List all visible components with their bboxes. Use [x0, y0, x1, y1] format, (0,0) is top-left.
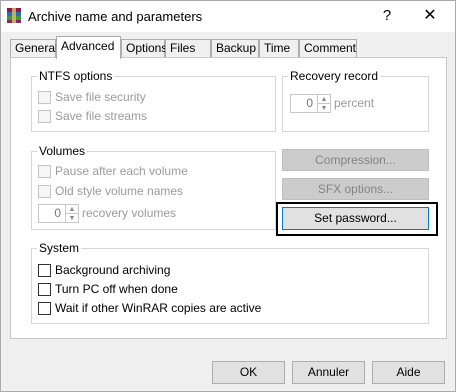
tab-advanced[interactable]: Advanced — [56, 36, 121, 59]
old-style-names-checkbox[interactable]: Old style volume names — [38, 184, 183, 198]
percent-label: percent — [334, 96, 375, 110]
help-button[interactable]: Aide — [372, 361, 445, 384]
volumes-group: Volumes Pause after each volume Old styl… — [31, 144, 276, 230]
background-archiving-label: Background archiving — [55, 263, 171, 277]
recovery-percent-spinner[interactable]: 0 ▲ ▼ — [290, 94, 331, 113]
tab-time[interactable]: Time — [259, 39, 299, 58]
checkbox-box[interactable] — [38, 282, 51, 296]
tab-files[interactable]: Files — [165, 39, 211, 58]
spin-up-icon[interactable]: ▲ — [318, 95, 330, 104]
old-style-names-label: Old style volume names — [55, 184, 184, 198]
turn-off-pc-checkbox[interactable]: Turn PC off when done — [38, 282, 178, 296]
set-password-button[interactable]: Set password... — [282, 207, 429, 230]
pause-after-volume-checkbox[interactable]: Pause after each volume — [38, 164, 188, 178]
advanced-panel: NTFS options Save file security Save fil… — [10, 57, 447, 339]
sfx-options-button[interactable]: SFX options... — [282, 178, 429, 200]
checkbox-box[interactable] — [38, 164, 51, 178]
window-title: Archive name and parameters — [28, 9, 203, 24]
close-icon[interactable]: ✕ — [419, 4, 441, 28]
recovery-volumes-label: recovery volumes — [82, 206, 177, 220]
system-group: System Background archiving Turn PC off … — [31, 241, 429, 324]
compression-button[interactable]: Compression... — [282, 149, 429, 171]
background-archiving-checkbox[interactable]: Background archiving — [38, 263, 170, 277]
checkbox-box[interactable] — [38, 90, 51, 104]
turn-off-pc-label: Turn PC off when done — [55, 282, 178, 296]
save-file-streams-label: Save file streams — [55, 109, 148, 123]
volumes-title: Volumes — [37, 144, 88, 158]
wait-winrar-label: Wait if other WinRAR copies are active — [55, 301, 262, 315]
save-file-streams-checkbox[interactable]: Save file streams — [38, 109, 147, 123]
tab-options[interactable]: Options — [121, 39, 167, 58]
recovery-volumes-spinner[interactable]: 0 ▲ ▼ — [38, 204, 79, 223]
ntfs-options-title: NTFS options — [37, 69, 115, 83]
spin-up-icon[interactable]: ▲ — [66, 205, 78, 214]
recovery-record-title: Recovery record — [288, 69, 381, 83]
title-bar[interactable]: Archive name and parameters ? ✕ — [1, 1, 455, 32]
spinner-arrows[interactable]: ▲ ▼ — [66, 204, 79, 223]
pause-after-volume-label: Pause after each volume — [55, 164, 188, 178]
tab-general[interactable]: General — [10, 39, 58, 58]
spin-down-icon[interactable]: ▼ — [318, 104, 330, 113]
recovery-volumes-input[interactable]: 0 — [38, 204, 66, 223]
checkbox-box[interactable] — [38, 184, 51, 198]
recovery-record-group: Recovery record 0 ▲ ▼ percent — [282, 69, 429, 132]
cancel-button[interactable]: Annuler — [292, 361, 365, 384]
wait-winrar-checkbox[interactable]: Wait if other WinRAR copies are active — [38, 301, 261, 315]
save-file-security-checkbox[interactable]: Save file security — [38, 90, 146, 104]
tab-comment[interactable]: Comment — [299, 39, 357, 58]
archive-dialog: Archive name and parameters ? ✕ General … — [0, 0, 456, 392]
recovery-percent-input[interactable]: 0 — [290, 94, 318, 113]
checkbox-box[interactable] — [38, 263, 51, 277]
system-title: System — [37, 241, 82, 255]
ok-button[interactable]: OK — [212, 361, 285, 384]
spin-down-icon[interactable]: ▼ — [66, 214, 78, 223]
tab-backup[interactable]: Backup — [211, 39, 259, 58]
ntfs-options-group: NTFS options Save file security Save fil… — [31, 69, 276, 132]
checkbox-box[interactable] — [38, 301, 51, 315]
spinner-arrows[interactable]: ▲ ▼ — [318, 94, 331, 113]
save-file-security-label: Save file security — [55, 90, 146, 104]
help-title-button[interactable]: ? — [376, 4, 398, 28]
winrar-books-icon — [7, 8, 21, 23]
checkbox-box[interactable] — [38, 109, 51, 123]
